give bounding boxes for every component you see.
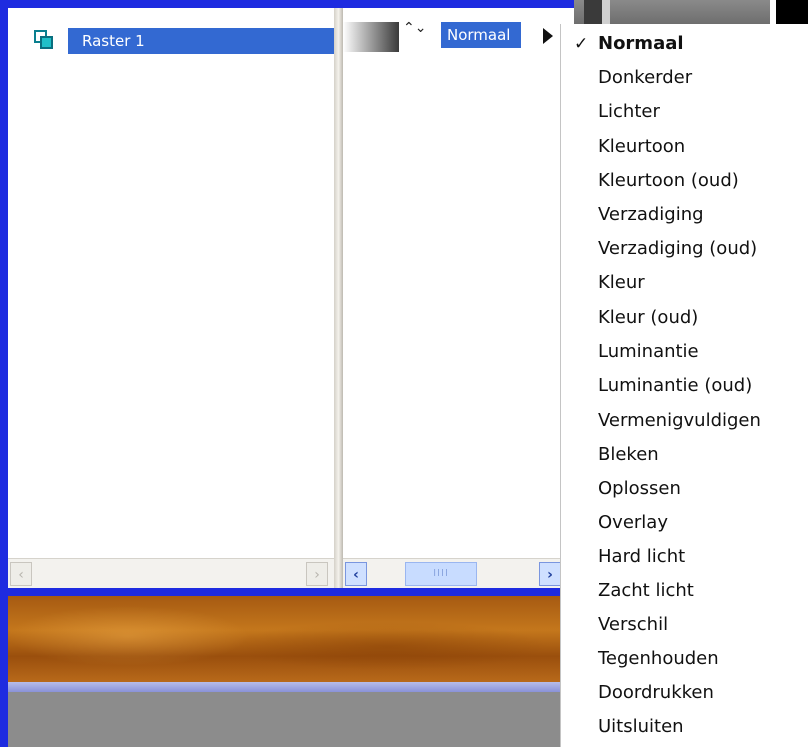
blend-mode-select[interactable]: Normaal [441, 22, 521, 48]
scroll-right-icon[interactable]: › [539, 562, 561, 586]
submenu-arrow-icon[interactable] [543, 28, 553, 44]
menu-item-label: Bleken [598, 444, 659, 465]
menu-item[interactable]: Lichter [561, 95, 808, 129]
menu-item-label: Zacht licht [598, 580, 694, 601]
menu-item[interactable]: Overlay [561, 506, 808, 540]
menu-item-label: Normaal [598, 33, 684, 54]
layer-name[interactable]: Raster 1 [68, 28, 338, 54]
menu-item[interactable]: Luminantie [561, 335, 808, 369]
layers-panel: Raster 1 ‹ › [8, 8, 338, 589]
layer-row[interactable]: Raster 1 [20, 22, 338, 54]
menu-item-label: Overlay [598, 512, 668, 533]
layers-horizontal-scrollbar[interactable]: ‹ › [8, 558, 334, 589]
menu-item[interactable]: Tegenhouden [561, 642, 808, 676]
menu-item[interactable]: Oplossen [561, 472, 808, 506]
menu-item-label: Luminantie [598, 341, 699, 362]
menu-item[interactable]: Bleken [561, 438, 808, 472]
opacity-gradient[interactable] [343, 22, 399, 52]
menu-item-label: Donkerder [598, 67, 693, 88]
frame-separator-lavender [8, 682, 560, 692]
menu-item[interactable]: Vermenigvuldigen [561, 404, 808, 438]
menu-item[interactable]: ✓ Normaal [561, 27, 808, 61]
toolbar-strip [574, 0, 808, 24]
window-frame-left [0, 0, 8, 747]
menu-item[interactable]: Uitsluiten [561, 710, 808, 744]
wood-texture-preview [8, 596, 560, 682]
checkmark-icon: ✓ [574, 34, 589, 54]
menu-item-label: Kleur [598, 272, 645, 293]
menu-item[interactable]: Kleurtoon [561, 130, 808, 164]
menu-item[interactable]: Donkerder [561, 61, 808, 95]
menu-item-label: Oplossen [598, 478, 681, 499]
opacity-spinner-icon[interactable]: ⌃⌄ [403, 21, 426, 52]
properties-horizontal-scrollbar[interactable]: ‹ IIII › [343, 558, 563, 589]
frame-separator [8, 588, 560, 596]
canvas-background [8, 692, 560, 747]
panel-splitter[interactable] [334, 8, 343, 588]
scroll-left-icon[interactable]: ‹ [345, 562, 367, 586]
menu-item-label: Uitsluiten [598, 716, 684, 737]
layer-properties-panel: ⌃⌄ Normaal ‹ IIII › [343, 8, 563, 589]
menu-item[interactable]: Hard licht [561, 540, 808, 574]
menu-item[interactable]: Kleur [561, 266, 808, 300]
menu-item[interactable]: Luminantie (oud) [561, 369, 808, 403]
menu-item-label: Kleurtoon (oud) [598, 170, 739, 191]
raster-layer-icon [34, 30, 54, 50]
menu-item[interactable]: Doordrukken [561, 676, 808, 710]
menu-item-label: Doordrukken [598, 682, 714, 703]
scroll-right-icon[interactable]: › [306, 562, 328, 586]
scroll-thumb[interactable]: IIII [405, 562, 477, 586]
menu-item-label: Luminantie (oud) [598, 375, 753, 396]
menu-item-label: Verzadiging [598, 204, 704, 225]
scroll-left-icon[interactable]: ‹ [10, 562, 32, 586]
menu-item-label: Kleur (oud) [598, 307, 699, 328]
menu-item-label: Verzadiging (oud) [598, 238, 758, 259]
menu-item-label: Tegenhouden [598, 648, 719, 669]
menu-item-label: Vermenigvuldigen [598, 410, 761, 431]
menu-item[interactable]: Verzadiging [561, 198, 808, 232]
menu-item-label: Lichter [598, 101, 660, 122]
menu-item[interactable]: Zacht licht [561, 574, 808, 608]
menu-item[interactable]: Verzadiging (oud) [561, 232, 808, 266]
menu-item[interactable]: Kleur (oud) [561, 301, 808, 335]
menu-item-label: Hard licht [598, 546, 686, 567]
blend-mode-menu: ✓ Normaal Donkerder Lichter Kleurtoon Kleurto… [560, 24, 808, 747]
menu-item[interactable]: Kleurtoon (oud) [561, 164, 808, 198]
menu-item-label: Kleurtoon [598, 136, 686, 157]
window-frame-top [0, 0, 580, 8]
menu-item[interactable]: Verschil [561, 608, 808, 642]
menu-item-label: Verschil [598, 614, 669, 635]
